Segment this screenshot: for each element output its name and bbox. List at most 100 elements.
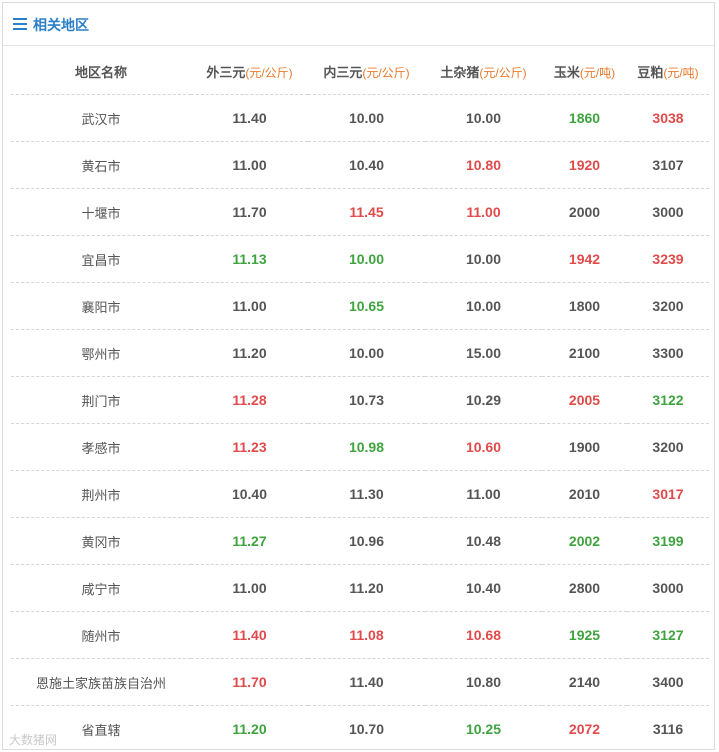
price-cell: 10.68 <box>425 611 542 659</box>
column-header-3: 土杂猪(元/公斤) <box>425 49 542 95</box>
region-name[interactable]: 宜昌市 <box>11 235 191 283</box>
price-cell: 3000 <box>627 564 709 612</box>
price-cell: 2072 <box>568 721 601 737</box>
price-cell: 11.70 <box>191 188 308 236</box>
price-cell: 11.20 <box>191 329 308 377</box>
price-cell: 3127 <box>627 611 709 659</box>
price-cell: 3116 <box>652 721 684 737</box>
table-row: 武汉市 11.40 10.00 10.00 1860 3038 <box>11 94 709 142</box>
panel-header: 相关地区 <box>3 3 714 46</box>
price-cell: 3000 <box>627 188 709 236</box>
price-cell: 10.80 <box>425 658 542 706</box>
column-header-0: 地区名称 <box>11 49 191 95</box>
column-unit: (元/吨) <box>579 66 616 80</box>
region-name[interactable]: 孝感市 <box>11 423 191 471</box>
price-cell: 3239 <box>627 235 709 283</box>
region-name[interactable]: 黄石市 <box>11 141 191 189</box>
price-cell: 10.29 <box>425 376 542 424</box>
price-cell: 3038 <box>627 94 709 142</box>
region-name[interactable]: 鄂州市 <box>11 329 191 377</box>
price-cell: 10.80 <box>425 141 542 189</box>
price-cell: 10.96 <box>308 517 425 565</box>
column-header-2: 内三元(元/公斤) <box>308 49 425 95</box>
price-cell: 11.27 <box>191 517 308 565</box>
price-cell: 1942 <box>542 235 627 283</box>
price-cell: 10.00 <box>425 282 542 330</box>
price-cell: 11.40 <box>191 611 308 659</box>
region-name[interactable]: 武汉市 <box>11 94 191 142</box>
table-row: 荆门市 11.28 10.73 10.29 2005 3122 <box>11 376 709 424</box>
region-name[interactable]: 咸宁市 <box>11 564 191 612</box>
price-cell: 1925 <box>542 611 627 659</box>
column-unit: (元/公斤) <box>362 66 410 80</box>
price-cell: 11.40 <box>308 658 425 706</box>
price-cell: 10.73 <box>308 376 425 424</box>
price-cell: 1920 <box>542 141 627 189</box>
region-name[interactable]: 荆州市 <box>11 470 191 518</box>
related-regions-panel: 相关地区 地区名称 外三元(元/公斤) 内三元(元/公斤) 土杂猪(元/公斤) 玉米(元… <box>2 2 715 750</box>
price-cell: 11.20 <box>308 564 425 612</box>
price-cell: 3017 <box>627 470 709 518</box>
column-header-5: 豆粕(元/吨) <box>627 49 709 95</box>
price-cell: 10.25 <box>465 721 502 737</box>
price-cell: 2140 <box>542 658 627 706</box>
price-cell: 3400 <box>627 658 709 706</box>
price-cell: 10.00 <box>425 235 542 283</box>
price-cell: 11.13 <box>191 235 308 283</box>
table-row: 宜昌市 11.13 10.00 10.00 1942 3239 <box>11 235 709 283</box>
price-cell: 3122 <box>627 376 709 424</box>
price-cell: 10.48 <box>425 517 542 565</box>
price-cell: 3107 <box>627 141 709 189</box>
column-label: 豆粕 <box>637 65 664 80</box>
price-cell: 10.00 <box>425 94 542 142</box>
price-cell: 11.00 <box>425 470 542 518</box>
price-cell: 11.30 <box>308 470 425 518</box>
price-cell: 10.00 <box>308 235 425 283</box>
price-cell: 11.08 <box>308 611 425 659</box>
price-cell: 10.00 <box>308 329 425 377</box>
price-cell: 2800 <box>542 564 627 612</box>
table-row: 十堰市 11.70 11.45 11.00 2000 3000 <box>11 188 709 236</box>
region-name[interactable]: 恩施土家族苗族自治州 <box>11 658 191 706</box>
price-cell: 10.40 <box>191 470 308 518</box>
table-row: 黄冈市 11.27 10.96 10.48 2002 3199 <box>11 517 709 565</box>
column-header-4: 玉米(元/吨) <box>542 49 627 95</box>
price-cell: 11.40 <box>191 94 308 142</box>
column-label: 玉米 <box>553 65 580 80</box>
price-cell: 1860 <box>542 94 627 142</box>
panel-title: 相关地区 <box>33 17 89 33</box>
column-label: 地区名称 <box>74 65 127 80</box>
price-cell: 1900 <box>542 423 627 471</box>
price-cell: 11.70 <box>191 658 308 706</box>
price-cell: 2000 <box>542 188 627 236</box>
region-name[interactable]: 随州市 <box>11 611 191 659</box>
table-row: 咸宁市 11.00 11.20 10.40 2800 3000 <box>11 564 709 612</box>
price-cell: 10.70 <box>348 721 385 737</box>
price-cell: 11.00 <box>425 188 542 236</box>
price-cell: 11.20 <box>232 721 267 737</box>
region-name[interactable]: 黄冈市 <box>11 517 191 565</box>
table-row: 襄阳市 11.00 10.65 10.00 1800 3200 <box>11 282 709 330</box>
menu-icon[interactable] <box>13 18 27 30</box>
column-header-1: 外三元(元/公斤) <box>191 49 308 95</box>
price-cell: 2002 <box>542 517 627 565</box>
column-unit: (元/公斤) <box>245 66 293 80</box>
table-row: 省直辖 11.20 10.70 10.25 2072 3116 <box>11 706 709 752</box>
table-row: 随州市 11.40 11.08 10.68 1925 3127 <box>11 611 709 659</box>
region-name[interactable]: 襄阳市 <box>11 282 191 330</box>
price-cell: 3199 <box>627 517 709 565</box>
price-cell: 10.40 <box>308 141 425 189</box>
region-name[interactable]: 十堰市 <box>11 188 191 236</box>
region-name[interactable]: 荆门市 <box>11 376 191 424</box>
price-cell: 11.23 <box>191 423 308 471</box>
price-cell: 2010 <box>542 470 627 518</box>
column-label: 外三元 <box>206 65 246 80</box>
price-cell: 10.65 <box>308 282 425 330</box>
price-cell: 11.45 <box>308 188 425 236</box>
price-table: 地区名称 外三元(元/公斤) 内三元(元/公斤) 土杂猪(元/公斤) 玉米(元/吨) 豆粕… <box>11 49 709 752</box>
price-cell: 11.00 <box>191 564 308 612</box>
column-label: 土杂猪 <box>440 65 480 80</box>
table-row: 孝感市 11.23 10.98 10.60 1900 3200 <box>11 423 709 471</box>
price-cell: 2100 <box>542 329 627 377</box>
table-row: 荆州市 10.40 11.30 11.00 2010 3017 <box>11 470 709 518</box>
